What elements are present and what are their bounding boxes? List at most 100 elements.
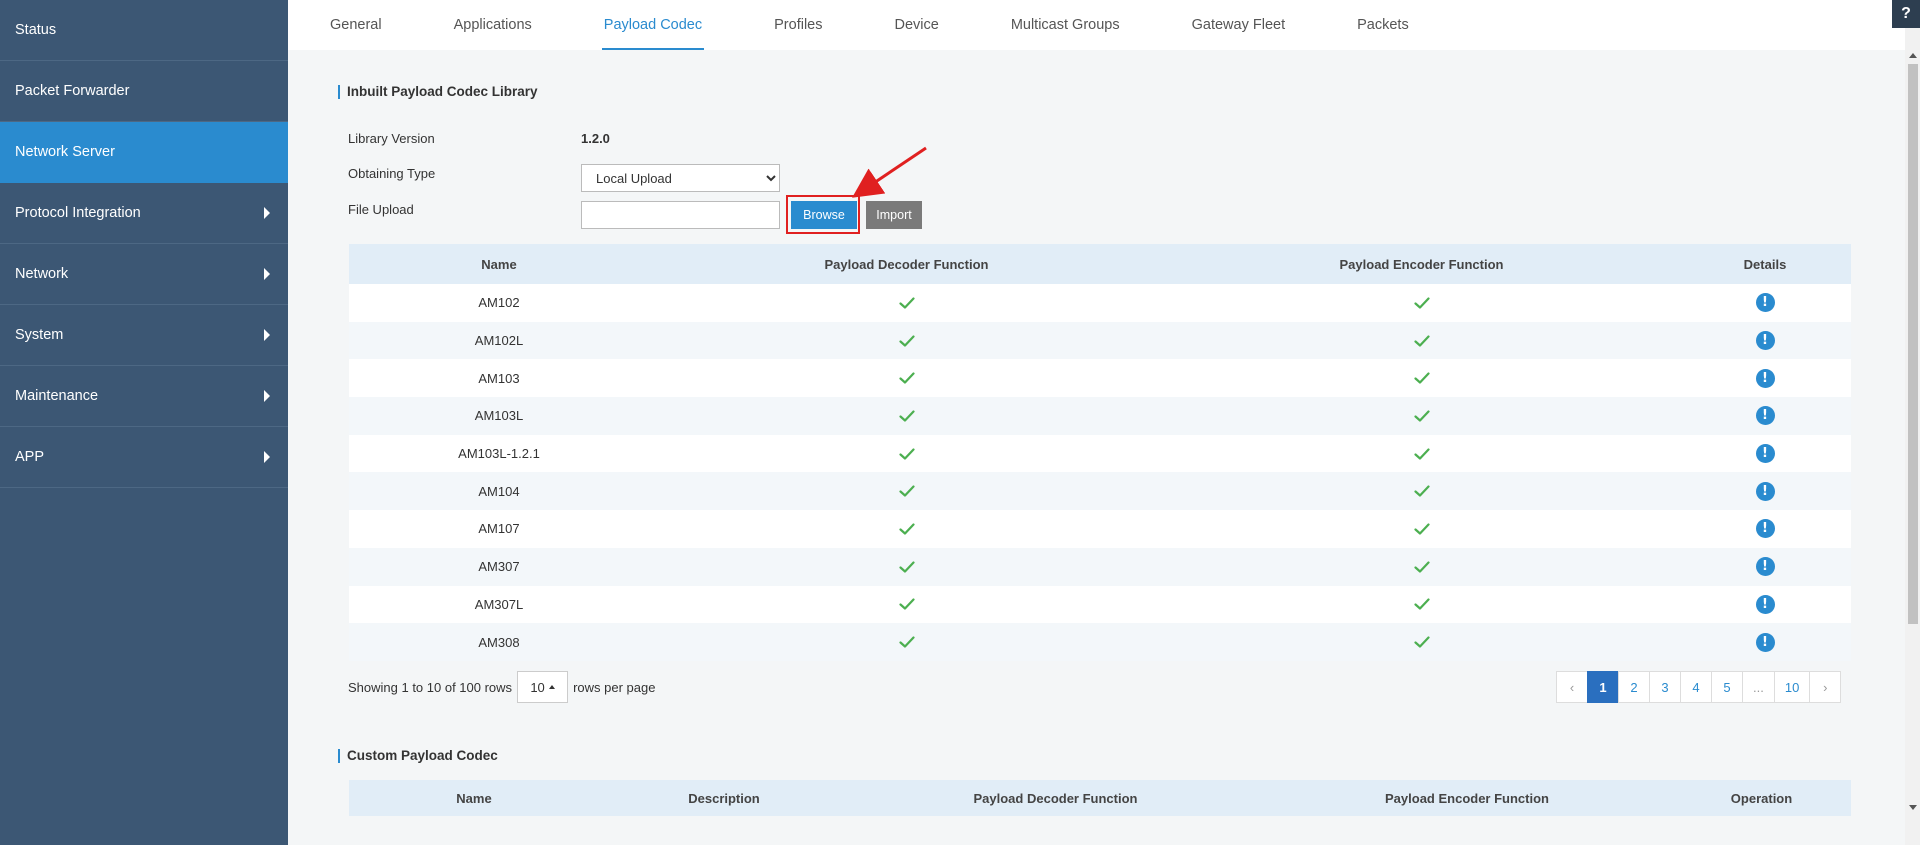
details-cell: ! <box>1679 594 1851 614</box>
inbuilt-section-title: Inbuilt Payload Codec Library <box>338 85 538 99</box>
sidebar-item-status[interactable]: Status <box>0 0 288 61</box>
showing-rows-text: Showing 1 to 10 of 100 rows <box>348 679 513 695</box>
header-name[interactable]: Name <box>349 257 649 272</box>
details-cell: ! <box>1679 519 1851 539</box>
header-decoder[interactable]: Payload Decoder Function <box>649 257 1164 272</box>
library-version-row: Library Version 1.2.0 <box>348 131 610 146</box>
codec-name: AM103L-1.2.1 <box>458 446 540 462</box>
library-version-value: 1.2.0 <box>581 131 610 146</box>
page-4[interactable]: 4 <box>1680 671 1712 703</box>
custom-header-name[interactable]: Name <box>349 791 599 806</box>
codec-name: AM102L <box>474 333 524 349</box>
info-icon[interactable]: ! <box>1755 557 1775 577</box>
sidebar-item-label: Maintenance <box>15 388 99 404</box>
sidebar-item-protocol-integration[interactable]: Protocol Integration <box>0 183 288 244</box>
details-cell: ! <box>1679 331 1851 351</box>
scroll-up-icon[interactable] <box>1909 53 1917 58</box>
info-icon[interactable]: ! <box>1755 444 1775 464</box>
table-row: AM307! <box>349 547 1851 586</box>
rows-per-page-dropdown[interactable]: 10 <box>517 671 569 703</box>
annotation-highlight-box <box>786 195 860 234</box>
info-icon[interactable]: ! <box>1755 331 1775 351</box>
info-icon[interactable]: ! <box>1755 293 1775 313</box>
info-icon[interactable]: ! <box>1755 594 1775 614</box>
encoder-check-icon <box>1164 297 1679 309</box>
tab-applications[interactable]: Applications <box>452 0 534 50</box>
tab-profiles[interactable]: Profiles <box>772 0 824 50</box>
table-row: AM308! <box>349 623 1851 661</box>
sidebar-item-maintenance[interactable]: Maintenance <box>0 366 288 427</box>
chevron-right-icon <box>264 390 270 402</box>
table-row: AM103L-1.2.1! <box>349 434 1851 473</box>
sidebar-item-label: System <box>15 327 64 343</box>
custom-section-title: Custom Payload Codec <box>338 749 498 763</box>
codec-name: AM308 <box>478 634 520 650</box>
table-row: AM104! <box>349 472 1851 511</box>
sidebar: Status Packet Forwarder Network Server Prot… <box>0 0 288 845</box>
page-ellipsis: ... <box>1742 671 1775 703</box>
tab-multicast-groups[interactable]: Multicast Groups <box>1009 0 1122 50</box>
page-1[interactable]: 1 <box>1587 671 1619 703</box>
scroll-down-icon[interactable] <box>1909 805 1917 810</box>
obtaining-type-select[interactable]: Local Upload <box>581 164 780 192</box>
tab-packets[interactable]: Packets <box>1355 0 1411 50</box>
next-page-button[interactable]: › <box>1809 671 1842 703</box>
page-2[interactable]: 2 <box>1618 671 1650 703</box>
codec-name: AM307 <box>478 559 520 575</box>
info-icon[interactable]: ! <box>1755 481 1775 501</box>
tab-gateway-fleet[interactable]: Gateway Fleet <box>1190 0 1288 50</box>
file-upload-row: File Upload <box>348 201 780 229</box>
sidebar-item-system[interactable]: System <box>0 305 288 366</box>
encoder-check-icon <box>1164 485 1679 497</box>
scrollbar[interactable] <box>1905 0 1920 845</box>
sidebar-item-packet-forwarder[interactable]: Packet Forwarder <box>0 61 288 122</box>
page-3[interactable]: 3 <box>1649 671 1681 703</box>
details-cell: ! <box>1679 444 1851 464</box>
sidebar-item-label: Status <box>15 22 57 38</box>
codec-name: AM104 <box>478 483 520 499</box>
custom-header-encoder[interactable]: Payload Encoder Function <box>1262 791 1672 806</box>
scrollbar-thumb[interactable] <box>1908 64 1918 624</box>
page-10[interactable]: 10 <box>1773 671 1811 703</box>
custom-codec-table: Name Description Payload Decoder Functio… <box>349 780 1851 816</box>
sidebar-item-network[interactable]: Network <box>0 244 288 305</box>
details-cell: ! <box>1679 368 1851 388</box>
chevron-right-icon <box>264 268 270 280</box>
table-row: AM107! <box>349 510 1851 548</box>
table-row: AM102L! <box>349 321 1851 360</box>
header-encoder[interactable]: Payload Encoder Function <box>1164 257 1679 272</box>
info-icon[interactable]: ! <box>1755 368 1775 388</box>
tab-device[interactable]: Device <box>892 0 940 50</box>
caret-up-icon <box>548 685 555 689</box>
obtaining-type-label: Obtaining Type <box>348 165 436 181</box>
main-content: General Applications Payload Codec Profiles… <box>288 0 1905 845</box>
sidebar-item-app[interactable]: APP <box>0 427 288 488</box>
info-icon[interactable]: ! <box>1755 632 1775 652</box>
sidebar-item-label: APP <box>15 449 45 465</box>
sidebar-item-label: Network <box>15 266 69 282</box>
obtaining-type-row: Obtaining Type Local Upload <box>348 164 780 192</box>
file-upload-field[interactable] <box>581 201 780 229</box>
header-details[interactable]: Details <box>1679 257 1851 272</box>
custom-header-operation[interactable]: Operation <box>1672 791 1851 806</box>
rows-per-page-value: 10 <box>530 679 545 695</box>
help-button[interactable]: ? <box>1892 0 1920 28</box>
info-icon[interactable]: ! <box>1755 406 1775 426</box>
info-icon[interactable]: ! <box>1755 519 1775 539</box>
custom-header-description[interactable]: Description <box>599 791 849 806</box>
details-cell: ! <box>1679 481 1851 501</box>
pagination: ‹ 1 2 3 4 5... 10 › <box>1556 671 1842 703</box>
decoder-check-icon <box>649 447 1164 460</box>
pager-info: Showing 1 to 10 of 100 rows 10 rows per … <box>348 671 655 703</box>
decoder-check-icon <box>649 372 1164 384</box>
file-upload-label: File Upload <box>348 201 414 217</box>
prev-page-button[interactable]: ‹ <box>1556 671 1588 703</box>
custom-header-decoder[interactable]: Payload Decoder Function <box>849 791 1262 806</box>
tab-general[interactable]: General <box>328 0 384 50</box>
page-5[interactable]: 5 <box>1711 671 1743 703</box>
sidebar-item-network-server[interactable]: Network Server <box>0 122 288 183</box>
decoder-check-icon <box>649 485 1164 497</box>
import-button[interactable]: Import <box>866 201 922 229</box>
encoder-check-icon <box>1164 636 1679 648</box>
tab-payload-codec[interactable]: Payload Codec <box>601 0 705 50</box>
